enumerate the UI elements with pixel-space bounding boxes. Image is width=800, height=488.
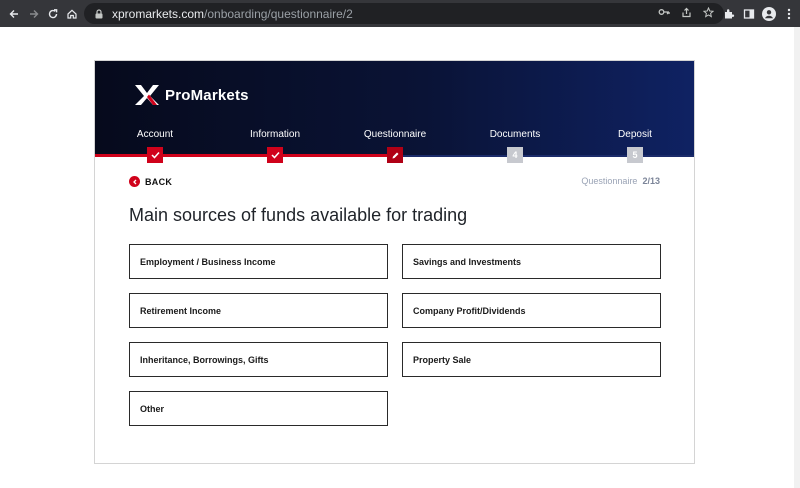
progress-bar-remaining — [403, 155, 694, 157]
step-questionnaire-marker — [387, 147, 403, 163]
side-panel-icon[interactable] — [742, 8, 756, 20]
share-icon[interactable] — [680, 7, 692, 21]
option-inheritance-borrowings-gifts[interactable]: Inheritance, Borrowings, Gifts — [129, 342, 388, 377]
brand-logo: ProMarkets — [133, 83, 249, 107]
step-deposit-marker: 5 — [627, 147, 643, 163]
back-chevron-icon — [129, 176, 140, 187]
key-icon[interactable] — [658, 7, 670, 20]
option-company-profit-dividends[interactable]: Company Profit/Dividends — [402, 293, 661, 328]
pencil-icon — [392, 152, 398, 158]
option-employment-business-income[interactable]: Employment / Business Income — [129, 244, 388, 279]
check-icon — [150, 151, 160, 159]
back-button[interactable]: BACK — [129, 176, 172, 187]
menu-kebab-icon[interactable] — [782, 8, 796, 20]
back-arrow-icon[interactable] — [4, 4, 24, 24]
step-documents-marker: 4 — [507, 147, 523, 163]
option-retirement-income[interactable]: Retirement Income — [129, 293, 388, 328]
question-title: Main sources of funds available for trad… — [129, 205, 468, 225]
step-questionnaire-label: Questionnaire — [363, 129, 427, 140]
page-scrollbar[interactable] — [794, 27, 800, 488]
step-documents-label: Documents — [489, 129, 541, 140]
question-counter: Questionnaire 2/13 — [581, 176, 660, 186]
back-label: BACK — [145, 176, 173, 187]
onboarding-header: ProMarkets Account Information Questionn… — [95, 61, 694, 157]
step-information-marker — [267, 147, 283, 163]
step-deposit-label: Deposit — [618, 129, 652, 140]
browser-toolbar: xpromarkets.com/onboarding/questionnaire… — [0, 0, 800, 27]
brand-name: ProMarkets — [165, 86, 249, 104]
step-account-label: Account — [136, 129, 174, 140]
option-savings-investments[interactable]: Savings and Investments — [402, 244, 661, 279]
step-information-label: Information — [249, 129, 301, 140]
lock-icon — [95, 8, 103, 18]
option-property-sale[interactable]: Property Sale — [402, 342, 661, 377]
step-account-marker — [147, 147, 163, 163]
url-text: xpromarkets.com/onboarding/questionnaire… — [112, 6, 353, 21]
profile-avatar-icon[interactable] — [762, 6, 776, 21]
extensions-icon[interactable] — [722, 8, 736, 20]
option-other[interactable]: Other — [129, 391, 388, 426]
onboarding-card: ProMarkets Account Information Questionn… — [94, 60, 695, 464]
reload-icon[interactable] — [43, 4, 63, 24]
home-icon[interactable] — [62, 4, 82, 24]
forward-arrow-icon[interactable] — [24, 4, 44, 24]
address-bar[interactable]: xpromarkets.com/onboarding/questionnaire… — [84, 3, 724, 24]
progress-bar-completed — [95, 154, 403, 157]
star-icon[interactable] — [702, 6, 714, 21]
check-icon — [270, 151, 280, 159]
x-logo-icon — [135, 85, 159, 105]
